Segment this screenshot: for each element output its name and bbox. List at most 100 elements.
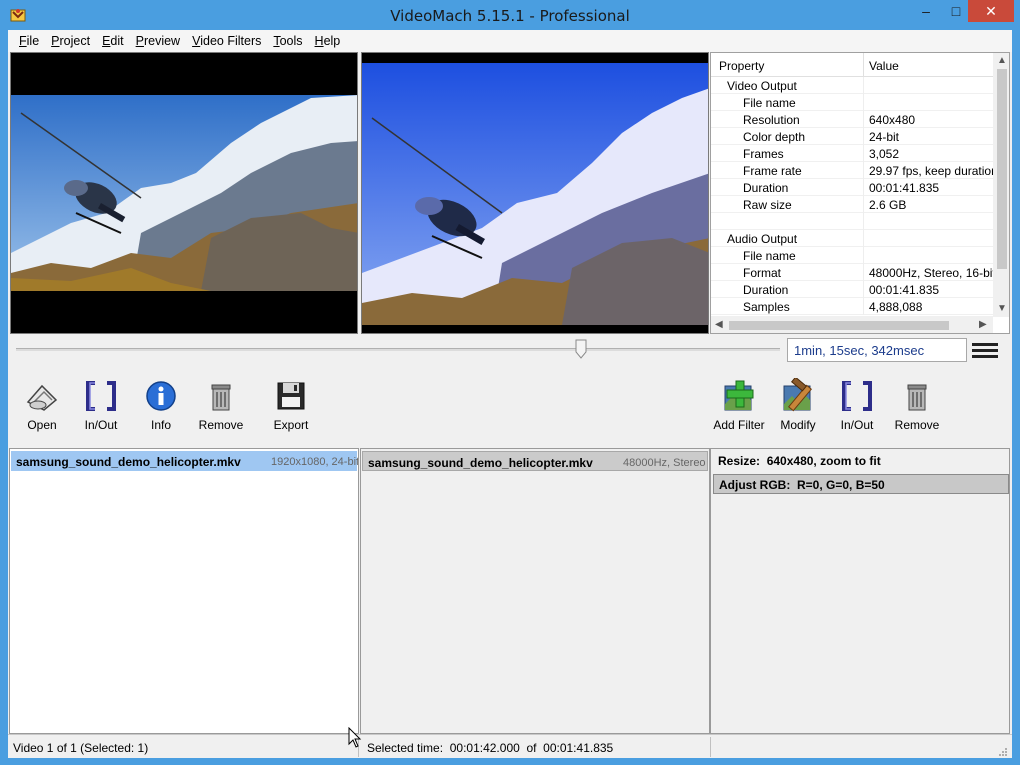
menu-bar: File Project Edit Preview Video Filters … (8, 30, 1012, 52)
remove-video-button[interactable]: Remove (191, 378, 251, 432)
property-name: Raw size (743, 198, 792, 212)
property-row[interactable]: File name (711, 94, 993, 111)
open-button[interactable]: Open (12, 378, 72, 432)
selected-time-label: Selected time: (367, 741, 444, 755)
property-row[interactable]: Samples 4,888,088 (711, 298, 993, 315)
timeline-slider-thumb[interactable] (575, 339, 587, 359)
resize-grip-icon[interactable] (998, 747, 1008, 757)
scroll-down-icon[interactable]: ▼ (997, 303, 1007, 314)
property-value: 3,052 (869, 147, 900, 161)
property-grid-header: Property Value (711, 53, 993, 77)
column-divider (863, 196, 864, 213)
menu-project-label: roject (59, 34, 91, 48)
client-area: File Project Edit Preview Video Filters … (8, 30, 1012, 758)
property-row[interactable]: Frames 3,052 (711, 145, 993, 162)
property-name: Audio Output (727, 232, 798, 246)
audio-list[interactable]: samsung_sound_demo_helicopter.mkv 48000H… (360, 448, 710, 734)
add-filter-icon (724, 380, 754, 411)
video-list[interactable]: samsung_sound_demo_helicopter.mkv 1920x1… (9, 448, 359, 734)
modify-filter-button[interactable]: Modify (768, 378, 828, 432)
in-out-icon (86, 381, 116, 411)
horizontal-scroll-thumb[interactable] (729, 321, 949, 330)
filter-item-adjust-rgb[interactable]: Adjust RGB: R=0, G=0, B=50 (713, 474, 1009, 494)
remove-video-label: Remove (198, 418, 244, 432)
title-bar[interactable]: VideoMach 5.15.1 - Professional – □ ✕ (0, 0, 1020, 30)
timeline-slider-track[interactable] (16, 348, 780, 351)
property-value: 2.6 GB (869, 198, 907, 212)
menu-video-filters-accelerator: V (192, 34, 201, 48)
column-divider (863, 77, 864, 94)
menu-help[interactable]: Help (309, 34, 347, 48)
of-label: of (526, 741, 537, 755)
floppy-disk-icon (277, 382, 305, 410)
property-name: File name (743, 96, 796, 110)
info-button[interactable]: Info (131, 378, 191, 432)
audio-list-item[interactable]: samsung_sound_demo_helicopter.mkv 48000H… (362, 451, 708, 471)
property-row[interactable]: Duration 00:01:41.835 (711, 281, 993, 298)
source-preview[interactable] (10, 52, 358, 334)
export-button[interactable]: Export (261, 378, 321, 432)
hamburger-menu-icon[interactable] (972, 343, 998, 359)
property-name: Samples (743, 300, 790, 314)
property-row[interactable]: File name (711, 247, 993, 264)
property-name: Frame rate (743, 164, 802, 178)
property-horizontal-scrollbar[interactable]: ◀ ▶ (711, 316, 993, 333)
column-divider (863, 213, 864, 230)
filter-list[interactable]: Resize: 640x480, zoom to fit Adjust RGB:… (710, 448, 1010, 734)
column-divider (863, 94, 864, 111)
video-file-name: samsung_sound_demo_helicopter.mkv (16, 455, 241, 469)
close-button[interactable]: ✕ (968, 0, 1014, 22)
maximize-button[interactable]: □ (942, 0, 970, 22)
property-grid[interactable]: Property Value Video Output File name Reso… (710, 52, 1010, 334)
menu-preview[interactable]: Preview (130, 34, 186, 48)
menu-file-label: ile (26, 34, 40, 48)
property-row[interactable] (711, 213, 993, 230)
output-preview[interactable] (361, 52, 709, 334)
menu-file[interactable]: File (13, 34, 45, 48)
property-value: 29.97 fps, keep duration (869, 164, 998, 178)
vertical-scroll-thumb[interactable] (997, 69, 1007, 269)
in-out-label: In/Out (84, 418, 118, 432)
property-row[interactable]: Format 48000Hz, Stereo, 16-bit (711, 264, 996, 281)
menu-project[interactable]: Project (45, 34, 96, 48)
property-row[interactable]: Color depth 24-bit (711, 128, 993, 145)
scroll-left-icon[interactable]: ◀ (715, 319, 723, 330)
property-column-header[interactable]: Property (719, 59, 764, 73)
column-divider (863, 162, 864, 179)
in-out-button[interactable]: In/Out (71, 378, 131, 432)
menu-video-filters[interactable]: Video Filters (186, 34, 267, 48)
column-divider (863, 281, 864, 298)
property-vertical-scrollbar[interactable]: ▲ ▼ (993, 53, 1009, 317)
selected-time-status: Selected time: 00:01:42.000 of 00:01:41.… (367, 741, 613, 755)
add-filter-label: Add Filter (713, 418, 765, 432)
scroll-right-icon[interactable]: ▶ (979, 319, 987, 330)
filter-in-out-label: In/Out (840, 418, 874, 432)
menu-preview-label: review (143, 34, 181, 48)
filter-item-resize[interactable]: Resize: 640x480, zoom to fit (713, 451, 1009, 471)
filter-value: 640x480, zoom to fit (766, 454, 881, 468)
property-value: 640x480 (869, 113, 916, 127)
property-row[interactable]: Resolution 640x480 (711, 111, 993, 128)
remove-filter-button[interactable]: Remove (887, 378, 947, 432)
property-value: 48000Hz, Stereo, 16-bit (869, 266, 996, 280)
video-list-item[interactable]: samsung_sound_demo_helicopter.mkv 1920x1… (11, 451, 358, 471)
menu-edit[interactable]: Edit (96, 34, 130, 48)
property-row[interactable]: Audio Output (711, 230, 993, 247)
property-name: Duration (743, 283, 789, 297)
header-divider[interactable] (863, 53, 864, 77)
value-column-header[interactable]: Value (869, 59, 899, 73)
filter-in-out-button[interactable]: In/Out (827, 378, 887, 432)
scroll-up-icon[interactable]: ▲ (997, 55, 1007, 66)
property-name: Duration (743, 181, 789, 195)
property-row[interactable]: Duration 00:01:41.835 (711, 179, 993, 196)
modify-icon (783, 378, 813, 412)
property-row[interactable]: Frame rate 29.97 fps, keep duration (711, 162, 998, 179)
minimize-button[interactable]: – (912, 0, 940, 22)
property-name: Frames (743, 147, 784, 161)
property-row[interactable]: Raw size 2.6 GB (711, 196, 993, 213)
add-filter-button[interactable]: Add Filter (709, 378, 769, 432)
filter-value: R=0, G=0, B=50 (797, 478, 885, 492)
menu-tools[interactable]: Tools (267, 34, 308, 48)
property-row[interactable]: Video Output (711, 77, 993, 94)
current-position-field[interactable]: 1min, 15sec, 342msec (787, 338, 967, 362)
